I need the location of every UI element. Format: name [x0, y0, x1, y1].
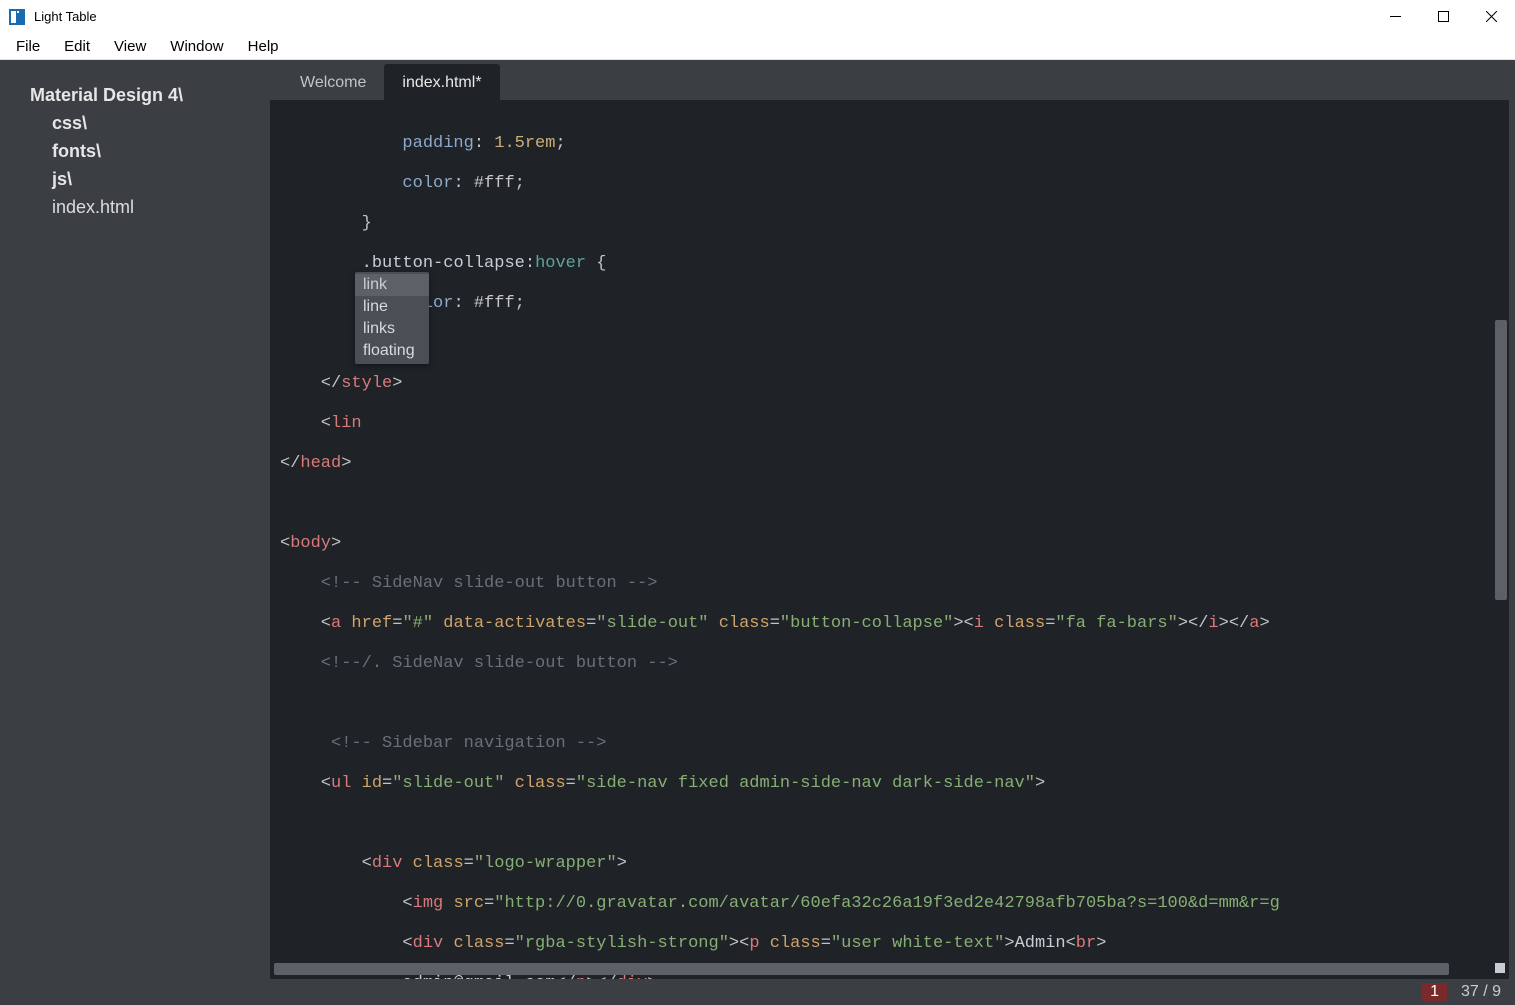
menu-file[interactable]: File [4, 36, 52, 57]
autocomplete-item[interactable]: floating [355, 340, 429, 362]
menu-help[interactable]: Help [236, 36, 291, 57]
minimize-button[interactable] [1371, 0, 1419, 34]
app-icon [8, 8, 26, 26]
autocomplete-item[interactable]: line [355, 296, 429, 318]
menu-edit[interactable]: Edit [52, 36, 102, 57]
horizontal-scrollbar[interactable] [274, 963, 1449, 975]
tree-file-index[interactable]: index.html [52, 194, 252, 222]
file-tree: Material Design 4\ css\ fonts\ js\ index… [0, 60, 270, 1005]
app-title: Light Table [34, 9, 97, 24]
window-controls [1371, 0, 1515, 34]
vertical-scrollbar[interactable] [1495, 320, 1507, 600]
titlebar: Light Table [0, 0, 1515, 34]
menu-view[interactable]: View [102, 36, 158, 57]
editor-column: Welcome index.html* padding: 1.5rem; col… [270, 60, 1515, 1005]
editor[interactable]: padding: 1.5rem; color: #fff; } .button-… [270, 100, 1509, 979]
tree-folder-fonts[interactable]: fonts\ [52, 138, 252, 166]
maximize-button[interactable] [1419, 0, 1467, 34]
close-button[interactable] [1467, 0, 1515, 34]
autocomplete-item[interactable]: link [355, 274, 429, 296]
tree-root[interactable]: Material Design 4\ [30, 82, 252, 110]
tree-folder-css[interactable]: css\ [52, 110, 252, 138]
status-cursor-position: 37 / 9 [1461, 983, 1501, 1001]
menu-window[interactable]: Window [158, 36, 235, 57]
tree-folder-js[interactable]: js\ [52, 166, 252, 194]
menubar: File Edit View Window Help [0, 34, 1515, 60]
tab-index[interactable]: index.html* [384, 64, 499, 100]
code-surface[interactable]: padding: 1.5rem; color: #fff; } .button-… [270, 100, 1509, 979]
workspace: Material Design 4\ css\ fonts\ js\ index… [0, 60, 1515, 1005]
autocomplete-item[interactable]: links [355, 318, 429, 340]
tabstrip: Welcome index.html* [270, 60, 1515, 100]
statusbar: 1 37 / 9 [270, 979, 1515, 1005]
status-errors[interactable]: 1 [1422, 983, 1447, 1001]
resize-grip-icon[interactable] [1495, 963, 1505, 973]
tab-welcome[interactable]: Welcome [282, 64, 384, 100]
autocomplete-popup[interactable]: link line links floating [355, 272, 429, 364]
